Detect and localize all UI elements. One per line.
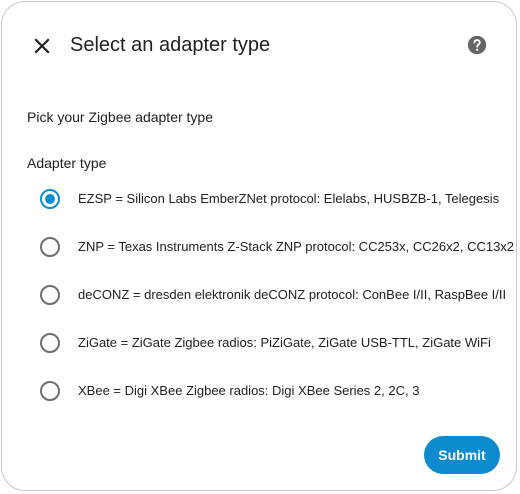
- radio-option-zigate[interactable]: ZiGate = ZiGate Zigbee radios: PiZiGate,…: [2, 319, 516, 367]
- radio-button[interactable]: [40, 237, 60, 257]
- submit-button[interactable]: Submit: [424, 436, 500, 474]
- radio-button[interactable]: [40, 285, 60, 305]
- radio-button-checked[interactable]: [40, 189, 60, 209]
- radio-option-ezsp[interactable]: EZSP = Silicon Labs EmberZNet protocol: …: [2, 175, 516, 223]
- radio-option-label: EZSP = Silicon Labs EmberZNet protocol: …: [78, 191, 500, 206]
- close-icon: [34, 38, 50, 54]
- radio-option-xbee[interactable]: XBee = Digi XBee Zigbee radios: Digi XBe…: [2, 367, 516, 415]
- adapter-type-label: Adapter type: [27, 155, 107, 171]
- radio-option-deconz[interactable]: deCONZ = dresden elektronik deCONZ proto…: [2, 271, 516, 319]
- radio-option-znp[interactable]: ZNP = Texas Instruments Z-Stack ZNP prot…: [2, 223, 516, 271]
- help-button[interactable]: [466, 34, 490, 58]
- dialog-header: Select an adapter type: [2, 2, 516, 88]
- adapter-type-radio-group: EZSP = Silicon Labs EmberZNet protocol: …: [2, 175, 516, 415]
- radio-button[interactable]: [40, 333, 60, 353]
- close-button[interactable]: [28, 32, 56, 60]
- radio-option-label: ZNP = Texas Instruments Z-Stack ZNP prot…: [78, 239, 515, 254]
- help-circle-icon: [467, 35, 487, 55]
- dialog-title: Select an adapter type: [70, 34, 271, 56]
- radio-option-label: XBee = Digi XBee Zigbee radios: Digi XBe…: [78, 383, 420, 398]
- radio-button[interactable]: [40, 381, 60, 401]
- radio-option-label: deCONZ = dresden elektronik deCONZ proto…: [78, 287, 507, 302]
- intro-text: Pick your Zigbee adapter type: [27, 109, 213, 125]
- adapter-type-dialog: Select an adapter type Pick your Zigbee …: [1, 1, 517, 491]
- radio-option-label: ZiGate = ZiGate Zigbee radios: PiZiGate,…: [78, 335, 491, 350]
